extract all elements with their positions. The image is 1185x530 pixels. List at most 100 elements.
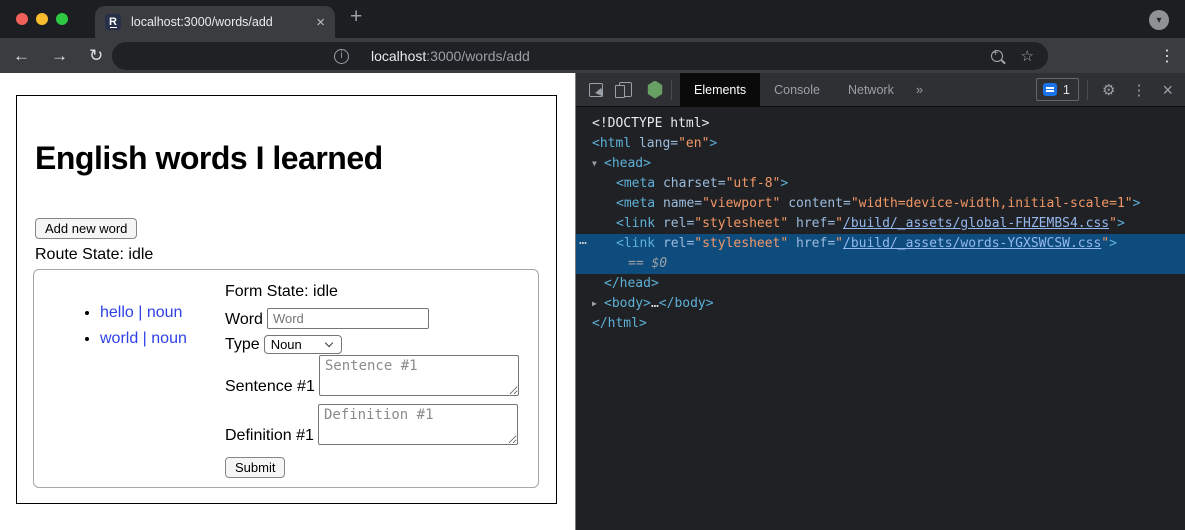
code-token: rel= — [655, 216, 694, 231]
words-list: hello | noun world | noun — [34, 300, 225, 352]
code-line[interactable]: <meta charset="utf-8"> — [576, 174, 1185, 194]
bookmark-star-icon[interactable]: ☆ — [1021, 49, 1034, 64]
code-token: </html> — [592, 316, 647, 331]
forward-button[interactable]: → — [51, 46, 68, 66]
code-line[interactable]: …<link rel="stylesheet" href="/build/_as… — [576, 234, 1185, 254]
zoom-icon[interactable] — [991, 50, 1003, 62]
code-line[interactable]: <!DOCTYPE html> — [576, 114, 1185, 134]
profile-chevron-button[interactable]: ▾ — [1149, 10, 1169, 30]
type-select[interactable]: Noun — [264, 335, 342, 354]
definition-textarea[interactable] — [318, 404, 518, 445]
code-line[interactable]: == $0 — [576, 254, 1185, 274]
word-link[interactable]: world | noun — [100, 330, 187, 347]
word-input[interactable] — [267, 308, 429, 329]
code-token: <meta — [616, 176, 655, 191]
code-line[interactable]: </html> — [576, 314, 1185, 334]
code-token: </head> — [604, 276, 659, 291]
code-token: name= — [655, 196, 702, 211]
node-hexagon-icon[interactable] — [647, 81, 663, 99]
code-token: "stylesheet" — [694, 236, 788, 251]
maximize-window-button[interactable] — [56, 13, 68, 25]
url-text[interactable]: localhost:3000/words/add — [371, 48, 530, 64]
remix-favicon-icon: R — [105, 14, 121, 30]
code-token: <html — [592, 136, 631, 151]
code-line[interactable]: ▶<body>…</body> — [576, 294, 1185, 314]
word-label: Word — [225, 310, 263, 329]
browser-tab[interactable]: R localhost:3000/words/add × — [95, 6, 335, 38]
code-token: <body> — [604, 296, 651, 311]
site-info-icon[interactable] — [334, 49, 349, 64]
code-line[interactable]: <meta name="viewport" content="width=dev… — [576, 194, 1185, 214]
issues-count: 1 — [1063, 82, 1070, 97]
code-token: /build/_assets/words-YGXSWCSW.css — [843, 236, 1101, 251]
code-token: <link — [616, 236, 655, 251]
tab-network[interactable]: Network — [834, 73, 908, 107]
tab-title: localhost:3000/words/add — [131, 15, 306, 29]
close-window-button[interactable] — [16, 13, 28, 25]
tab-console[interactable]: Console — [760, 73, 834, 107]
code-token: rel= — [655, 236, 694, 251]
devtools-panel: ElementsConsoleNetwork » 1 ⚙ ⋮ × <!DOCTY… — [575, 73, 1185, 530]
code-line[interactable]: </head> — [576, 274, 1185, 294]
word-link[interactable]: hello | noun — [100, 304, 182, 321]
navigation-bar: ← → ↻ localhost:3000/words/add ☆ Incogni… — [0, 38, 1185, 73]
code-token: > — [780, 176, 788, 191]
tab-close-icon[interactable]: × — [316, 15, 325, 30]
device-toolbar-icon[interactable] — [619, 82, 632, 97]
code-token: "en" — [678, 136, 709, 151]
devtools-toolbar: ElementsConsoleNetwork » 1 ⚙ ⋮ × — [576, 73, 1185, 107]
code-token: " — [835, 236, 843, 251]
sentence-label: Sentence #1 — [225, 377, 315, 396]
code-token: href= — [788, 216, 835, 231]
code-line[interactable]: <html lang="en"> — [576, 134, 1185, 154]
line-options-icon[interactable]: … — [579, 231, 587, 251]
submit-button[interactable]: Submit — [225, 457, 285, 478]
code-token: > — [709, 136, 717, 151]
code-token: " — [1109, 216, 1117, 231]
code-token: charset= — [655, 176, 725, 191]
tab-elements[interactable]: Elements — [680, 73, 760, 107]
devtools-tabs: ElementsConsoleNetwork — [680, 73, 908, 107]
toolbar-divider — [1087, 80, 1088, 100]
new-tab-button[interactable]: + — [350, 5, 362, 29]
address-bar[interactable]: localhost:3000/words/add ☆ — [112, 42, 1048, 70]
code-token: … — [651, 296, 659, 311]
browser-window: R localhost:3000/words/add × + ▾ ← → ↻ l… — [0, 0, 1185, 530]
issues-badge[interactable]: 1 — [1036, 78, 1079, 101]
code-token: "viewport" — [702, 196, 780, 211]
inspect-element-icon[interactable] — [589, 83, 603, 97]
collapse-arrow-icon[interactable]: ▼ — [592, 154, 597, 174]
code-token: "utf-8" — [726, 176, 781, 191]
code-token: " — [1101, 236, 1109, 251]
back-button[interactable]: ← — [13, 46, 30, 66]
browser-menu-button[interactable]: ⋮ — [1159, 46, 1175, 66]
page-container: English words I learned Add new word Rou… — [16, 95, 557, 504]
code-token: " — [835, 216, 843, 231]
reload-button[interactable]: ↻ — [89, 46, 103, 66]
code-token: "stylesheet" — [694, 216, 788, 231]
code-token: <meta — [616, 196, 655, 211]
code-token: > — [1133, 196, 1141, 211]
definition-label: Definition #1 — [225, 426, 314, 445]
sentence-textarea[interactable] — [319, 355, 519, 396]
code-token: /build/_assets/global-FHZEMBS4.css — [843, 216, 1109, 231]
form-state-text: Form State: idle — [225, 283, 524, 301]
code-line[interactable]: <link rel="stylesheet" href="/build/_ass… — [576, 214, 1185, 234]
more-tabs-icon[interactable]: » — [908, 82, 931, 97]
devtools-close-icon[interactable]: × — [1162, 81, 1173, 99]
code-token: > — [1109, 236, 1117, 251]
devtools-code: <!DOCTYPE html><html lang="en">▼<head><m… — [576, 107, 1185, 334]
code-token: > — [1117, 216, 1125, 231]
word-list-item: hello | noun — [100, 300, 225, 326]
code-token: href= — [788, 236, 835, 251]
window-controls — [16, 13, 68, 25]
devtools-menu-icon[interactable]: ⋮ — [1131, 81, 1146, 99]
minimize-window-button[interactable] — [36, 13, 48, 25]
expand-arrow-icon[interactable]: ▶ — [592, 294, 597, 314]
add-new-word-button[interactable]: Add new word — [35, 218, 137, 239]
code-line[interactable]: ▼<head> — [576, 154, 1185, 174]
add-word-form: Form State: idle Word Type Noun Senten — [225, 283, 524, 487]
gear-icon[interactable]: ⚙ — [1102, 81, 1115, 99]
issues-icon — [1043, 83, 1057, 96]
code-token: <link — [616, 216, 655, 231]
